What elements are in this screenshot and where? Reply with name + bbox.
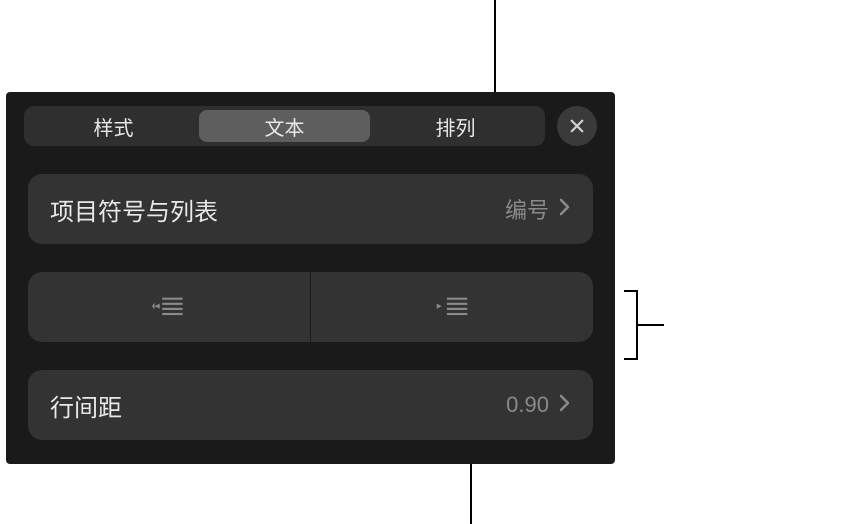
line-spacing-value: 0.90 <box>506 392 549 418</box>
bullets-lists-label: 项目符号与列表 <box>50 192 505 227</box>
bullets-lists-row[interactable]: 项目符号与列表 编号 <box>28 174 593 244</box>
segmented-control: 样式 文本 排列 <box>24 106 545 146</box>
chevron-right-icon <box>559 393 571 418</box>
callout-bracket-top-tick <box>624 290 638 292</box>
close-button[interactable] <box>557 106 597 146</box>
callout-bracket-bottom-tick <box>624 358 638 360</box>
format-panel: 样式 文本 排列 项目符号与列表 编号 <box>6 92 615 464</box>
line-spacing-label: 行间距 <box>50 388 506 423</box>
indent-controls <box>28 272 593 342</box>
indent-icon <box>435 294 469 320</box>
bullets-lists-value: 编号 <box>505 193 549 225</box>
line-spacing-row[interactable]: 行间距 0.90 <box>28 370 593 440</box>
indent-button[interactable] <box>311 272 593 342</box>
tabs-row: 样式 文本 排列 <box>6 92 615 146</box>
tab-text[interactable]: 文本 <box>199 110 370 142</box>
callout-line-right <box>636 324 664 326</box>
outdent-icon <box>152 294 186 320</box>
chevron-right-icon <box>559 197 571 222</box>
tab-arrange[interactable]: 排列 <box>370 110 541 142</box>
outdent-button[interactable] <box>28 272 311 342</box>
tab-style[interactable]: 样式 <box>28 110 199 142</box>
close-icon <box>568 117 586 135</box>
